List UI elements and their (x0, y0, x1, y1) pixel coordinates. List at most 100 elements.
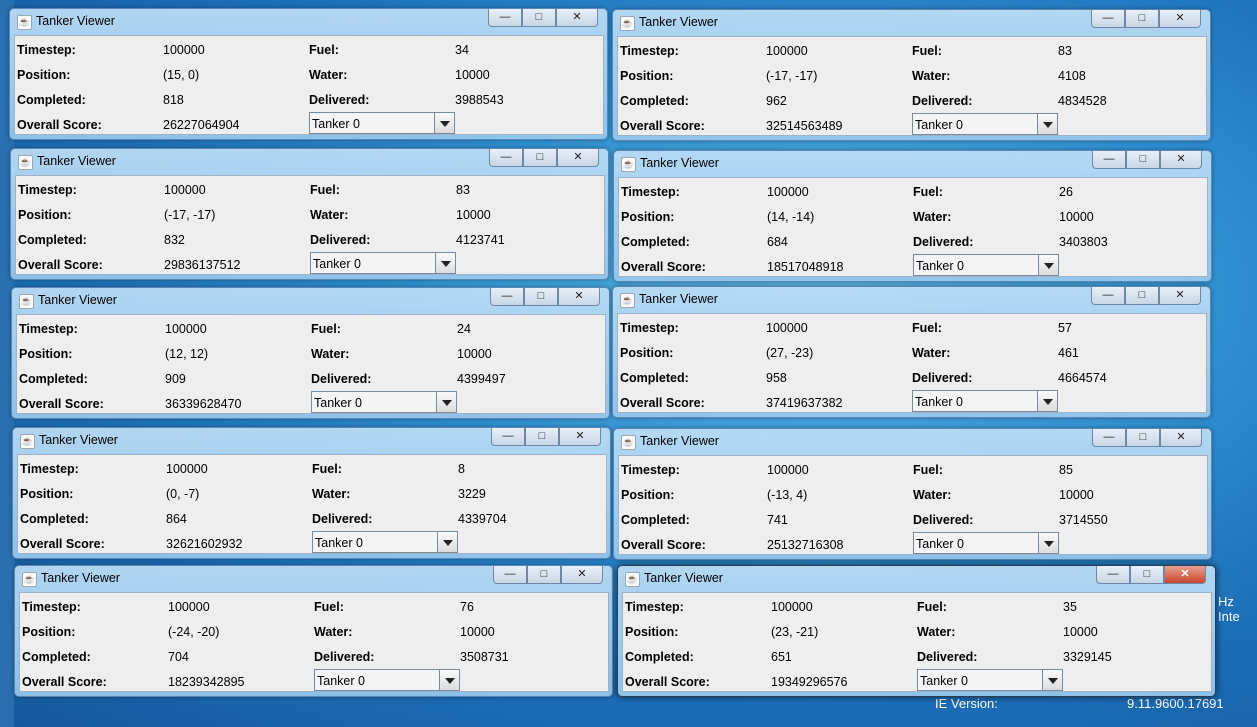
maximize-button[interactable]: □ (1125, 10, 1159, 28)
tanker-viewer-window[interactable]: ☕ Tanker Viewer — □ ✕ Timestep: 100000 Fuel: 34 P… (9, 8, 608, 140)
close-button[interactable]: ✕ (1164, 566, 1206, 584)
completed-label: Completed: (20, 512, 89, 526)
window-titlebar[interactable]: ☕ Tanker Viewer — □ ✕ (15, 566, 612, 590)
tanker-select[interactable]: Tanker 0 (314, 669, 460, 691)
tanker-viewer-window[interactable]: ☕ Tanker Viewer — □ ✕ Timestep: 100000 Fuel: 26 P… (613, 150, 1212, 282)
maximize-button[interactable]: □ (1125, 287, 1159, 305)
minimize-button[interactable]: — (490, 288, 524, 306)
tanker-viewer-window[interactable]: ☕ Tanker Viewer — □ ✕ Timestep: 100000 Fuel: 35 P… (617, 565, 1216, 697)
tanker-viewer-window[interactable]: ☕ Tanker Viewer — □ ✕ Timestep: 100000 Fuel: 8 Po… (12, 427, 611, 559)
completed-value: 832 (164, 233, 185, 247)
tanker-stats-panel: Timestep: 100000 Fuel: 8 Position: (0, -7) Wat… (17, 454, 607, 554)
window-controls: — □ ✕ (1091, 10, 1201, 28)
tanker-select[interactable]: Tanker 0 (311, 391, 457, 413)
close-button[interactable]: ✕ (1160, 429, 1202, 447)
close-button[interactable]: ✕ (1159, 287, 1201, 305)
water-label: Water: (913, 488, 952, 502)
tanker-select[interactable]: Tanker 0 (310, 252, 456, 274)
tanker-viewer-window[interactable]: ☕ Tanker Viewer — □ ✕ Timestep: 100000 Fuel: 57 P… (612, 286, 1211, 418)
completed-label: Completed: (620, 371, 689, 385)
close-button[interactable]: ✕ (561, 566, 603, 584)
window-titlebar[interactable]: ☕ Tanker Viewer — □ ✕ (10, 9, 607, 33)
maximize-button[interactable]: □ (523, 149, 557, 167)
tanker-viewer-window[interactable]: ☕ Tanker Viewer — □ ✕ Timestep: 100000 Fuel: 24 P… (11, 287, 610, 419)
chevron-down-icon[interactable] (439, 670, 459, 690)
minimize-button[interactable]: — (1096, 566, 1130, 584)
tanker-select[interactable]: Tanker 0 (913, 254, 1059, 276)
tanker-select[interactable]: Tanker 0 (312, 531, 458, 553)
delivered-label: Delivered: (913, 235, 974, 249)
chevron-down-icon[interactable] (435, 253, 455, 273)
position-label: Position: (20, 487, 74, 501)
window-title: Tanker Viewer (640, 156, 719, 170)
position-label: Position: (19, 347, 73, 361)
chevron-down-icon[interactable] (1038, 533, 1058, 553)
close-button[interactable]: ✕ (559, 428, 601, 446)
timestep-value: 100000 (767, 463, 809, 477)
tanker-select-value: Tanker 0 (312, 117, 360, 131)
tanker-viewer-window[interactable]: ☕ Tanker Viewer — □ ✕ Timestep: 100000 Fuel: 83 P… (612, 9, 1211, 141)
maximize-button[interactable]: □ (525, 428, 559, 446)
tanker-select[interactable]: Tanker 0 (912, 113, 1058, 135)
position-label: Position: (22, 625, 76, 639)
overall-score-label: Overall Score: (19, 397, 104, 411)
window-titlebar[interactable]: ☕ Tanker Viewer — □ ✕ (13, 428, 610, 452)
minimize-button[interactable]: — (1092, 429, 1126, 447)
tanker-viewer-window[interactable]: ☕ Tanker Viewer — □ ✕ Timestep: 100000 Fuel: 83 P… (10, 148, 609, 280)
tanker-viewer-window[interactable]: ☕ Tanker Viewer — □ ✕ Timestep: 100000 Fuel: 85 P… (613, 428, 1212, 560)
overall-score-value: 29836137512 (164, 258, 241, 272)
minimize-button[interactable]: — (488, 9, 522, 27)
close-button[interactable]: ✕ (558, 288, 600, 306)
fuel-label: Fuel: (310, 183, 340, 197)
tanker-select[interactable]: Tanker 0 (913, 532, 1059, 554)
fuel-value: 83 (456, 183, 470, 197)
overall-score-label: Overall Score: (20, 537, 105, 551)
window-titlebar[interactable]: ☕ Tanker Viewer — □ ✕ (613, 287, 1210, 311)
chevron-down-icon[interactable] (1042, 670, 1062, 690)
maximize-button[interactable]: □ (524, 288, 558, 306)
position-value: (-24, -20) (168, 625, 220, 639)
delivered-value: 3508731 (460, 650, 509, 664)
close-button[interactable]: ✕ (1159, 10, 1201, 28)
chevron-down-icon[interactable] (437, 532, 457, 552)
tanker-select[interactable]: Tanker 0 (917, 669, 1063, 691)
maximize-button[interactable]: □ (1130, 566, 1164, 584)
overall-score-label: Overall Score: (620, 119, 705, 133)
timestep-value: 100000 (766, 44, 808, 58)
tanker-stats-panel: Timestep: 100000 Fuel: 76 Position: (-24, -20… (19, 592, 609, 692)
minimize-button[interactable]: — (1091, 10, 1125, 28)
chevron-down-icon[interactable] (1037, 391, 1057, 411)
close-button[interactable]: ✕ (1160, 151, 1202, 169)
position-label: Position: (620, 69, 674, 83)
chevron-down-icon[interactable] (434, 113, 454, 133)
overall-score-label: Overall Score: (17, 118, 102, 132)
window-titlebar[interactable]: ☕ Tanker Viewer — □ ✕ (614, 151, 1211, 175)
window-titlebar[interactable]: ☕ Tanker Viewer — □ ✕ (613, 10, 1210, 34)
chevron-down-icon[interactable] (1037, 114, 1057, 134)
maximize-button[interactable]: □ (527, 566, 561, 584)
window-titlebar[interactable]: ☕ Tanker Viewer — □ ✕ (11, 149, 608, 173)
maximize-button[interactable]: □ (1126, 151, 1160, 169)
minimize-button[interactable]: — (493, 566, 527, 584)
fuel-value: 26 (1059, 185, 1073, 199)
delivered-label: Delivered: (917, 650, 978, 664)
tanker-select[interactable]: Tanker 0 (309, 112, 455, 134)
maximize-button[interactable]: □ (522, 9, 556, 27)
close-button[interactable]: ✕ (557, 149, 599, 167)
desktop-text-hz: Hz Inte (1218, 594, 1240, 624)
tanker-stats-panel: Timestep: 100000 Fuel: 83 Position: (-17, -17… (617, 36, 1207, 136)
chevron-down-icon[interactable] (436, 392, 456, 412)
chevron-down-icon[interactable] (1038, 255, 1058, 275)
minimize-button[interactable]: — (1091, 287, 1125, 305)
tanker-select[interactable]: Tanker 0 (912, 390, 1058, 412)
close-button[interactable]: ✕ (556, 9, 598, 27)
window-titlebar[interactable]: ☕ Tanker Viewer — □ ✕ (614, 429, 1211, 453)
maximize-button[interactable]: □ (1126, 429, 1160, 447)
minimize-button[interactable]: — (491, 428, 525, 446)
window-titlebar[interactable]: ☕ Tanker Viewer — □ ✕ (618, 566, 1215, 590)
minimize-button[interactable]: — (1092, 151, 1126, 169)
minimize-button[interactable]: — (489, 149, 523, 167)
window-titlebar[interactable]: ☕ Tanker Viewer — □ ✕ (12, 288, 609, 312)
tanker-viewer-window[interactable]: ☕ Tanker Viewer — □ ✕ Timestep: 100000 Fuel: 76 P… (14, 565, 613, 697)
water-label: Water: (311, 347, 350, 361)
